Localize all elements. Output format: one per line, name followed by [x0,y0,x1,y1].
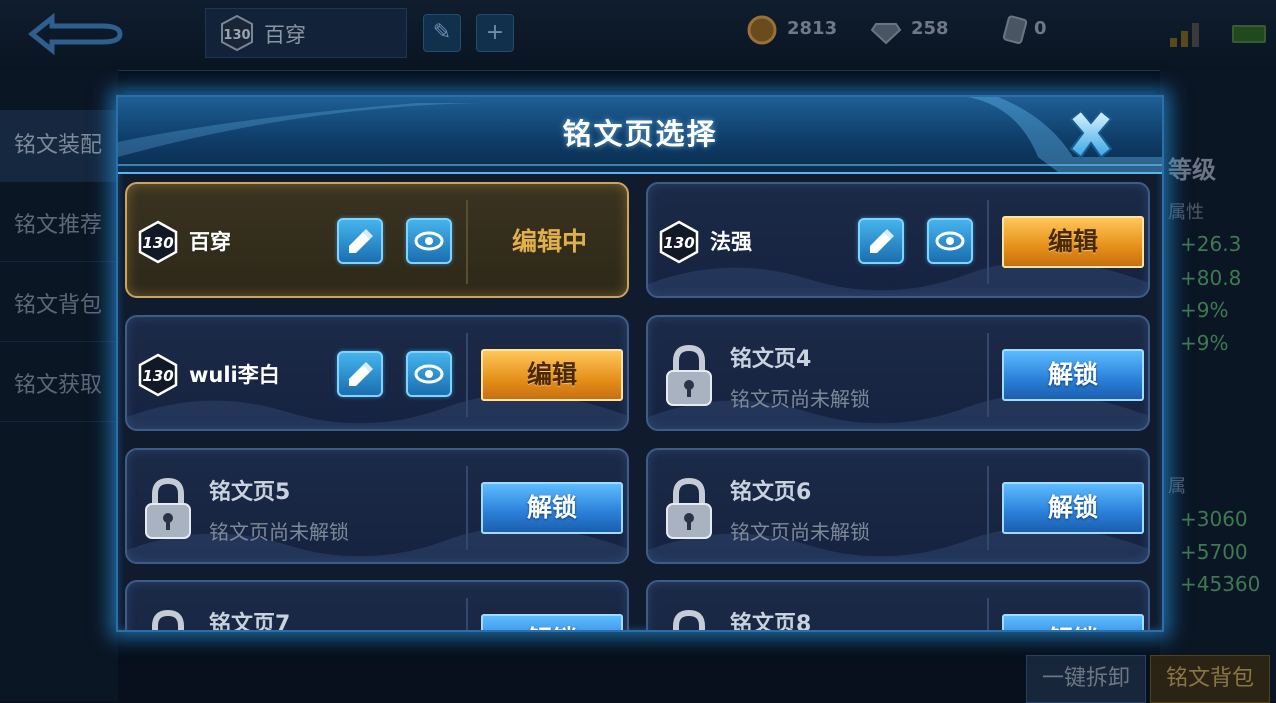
stat-value: +5700 [1180,540,1248,564]
rename-pencil-icon[interactable] [337,351,383,397]
stat-value: +80.8 [1180,266,1242,290]
level-heading: 等级 [1168,156,1216,184]
card-divider [987,333,989,417]
unlock-button[interactable]: 解锁 [1002,482,1144,534]
rune-page-card-5[interactable]: 铭文页5 铭文页尚未解锁 解锁 [125,448,629,564]
lock-icon [152,609,184,630]
level-hex-icon: 130 [221,14,253,52]
stat-value: +9% [1180,331,1229,355]
voucher-count: 0 [1034,18,1047,39]
unlock-button[interactable]: 解锁 [481,482,623,534]
attr-label: 属性 [1168,202,1204,223]
voucher-icon [1002,15,1028,44]
rune-page-select-dialog: 铭文页选择 130 百穿 编辑中 130 法强 编辑 130 wuli李白 编辑… [116,95,1164,632]
svg-text:130: 130 [223,28,250,43]
diamond-count: 258 [911,18,949,39]
left-menu-item-equip[interactable]: 铭文装配 [0,110,118,182]
rename-pencil-icon[interactable] [337,218,383,264]
rune-page-name: 铭文页4 [730,347,812,372]
rune-page-name: wuli李白 [189,363,280,387]
rune-page-card-1[interactable]: 130 百穿 编辑中 [125,182,629,298]
signal-icon [1170,23,1199,47]
edit-button[interactable]: 编辑 [1002,216,1144,268]
dialog-title: 铭文页选择 [562,117,718,151]
rune-page-card-6[interactable]: 铭文页6 铭文页尚未解锁 解锁 [646,448,1150,564]
top-bar: 130 百穿 ✎ + 2813 258 0 [0,0,1276,71]
stat-value: +26.3 [1180,232,1242,256]
back-arrow-icon[interactable] [22,10,132,58]
rune-page-card-4[interactable]: 铭文页4 铭文页尚未解锁 解锁 [646,315,1150,431]
left-menu-item-obtain[interactable]: 铭文获取 [0,350,118,422]
unlock-button[interactable]: 解锁 [1002,614,1144,630]
card-divider [466,598,468,630]
gold-coin-icon [747,15,777,45]
rune-page-name: 铭文页8 [730,612,812,630]
lock-icon [666,477,712,539]
rune-page-card-2[interactable]: 130 法强 编辑 [646,182,1150,298]
rune-page-card-8[interactable]: 铭文页8 解锁 [646,580,1150,630]
rune-bag-button[interactable]: 铭文背包 [1150,655,1270,703]
stat-value: +3060 [1180,507,1248,531]
player-profile[interactable]: 130 百穿 [205,8,407,58]
unlock-button[interactable]: 解锁 [481,614,623,630]
lock-icon [666,344,712,406]
left-menu-item-recommend[interactable]: 铭文推荐 [0,190,118,262]
card-divider [466,333,468,417]
battery-icon [1232,25,1266,43]
stat-value: +9% [1180,298,1229,322]
rune-page-name: 铭文页6 [730,480,812,505]
one-click-unload-button[interactable]: 一键拆卸 [1026,655,1146,703]
left-menu: 铭文装配 铭文推荐 铭文背包 铭文获取 [0,70,118,701]
editing-status: 编辑中 [511,227,587,256]
preview-eye-icon[interactable] [406,351,452,397]
level-hex-icon: 130 [138,220,178,264]
svg-text:130: 130 [663,234,694,252]
card-divider [466,466,468,550]
pencil-icon[interactable]: ✎ [423,14,461,52]
level-hex-icon: 130 [138,353,178,397]
diamond-icon [870,23,902,45]
rename-pencil-icon[interactable] [858,218,904,264]
rune-page-grid: 130 百穿 编辑中 130 法强 编辑 130 wuli李白 编辑 铭文页4 … [118,174,1162,630]
unlock-button[interactable]: 解锁 [1002,349,1144,401]
preview-eye-icon[interactable] [927,218,973,264]
plus-icon[interactable]: + [476,14,514,52]
preview-eye-icon[interactable] [406,218,452,264]
locked-subtitle: 铭文页尚未解锁 [209,520,349,544]
left-menu-item-bag[interactable]: 铭文背包 [0,270,118,342]
rune-page-name: 铭文页7 [209,612,291,630]
rune-page-name: 铭文页5 [209,480,291,505]
svg-text:130: 130 [142,234,173,252]
dialog-header: 铭文页选择 [118,97,1162,174]
rune-page-name: 法强 [710,230,752,254]
locked-subtitle: 铭文页尚未解锁 [730,387,870,411]
locked-subtitle: 铭文页尚未解锁 [730,520,870,544]
lock-icon [145,477,191,539]
right-stats-panel: 等级 属性 +26.3 +80.8 +9% +9% 属 +3060 +5700 … [1160,70,1276,701]
card-divider [987,200,989,284]
card-divider [987,598,989,630]
lock-icon [673,609,705,630]
edit-button[interactable]: 编辑 [481,349,623,401]
stat-value: +45360 [1180,572,1261,596]
close-icon[interactable] [1063,109,1119,161]
rune-page-card-3[interactable]: 130 wuli李白 编辑 [125,315,629,431]
player-name: 百穿 [264,23,306,47]
svg-text:130: 130 [142,367,173,385]
card-divider [987,466,989,550]
gold-count: 2813 [787,18,838,39]
rune-page-card-7[interactable]: 铭文页7 解锁 [125,580,629,630]
level-hex-icon: 130 [659,220,699,264]
attr-label-2: 属 [1168,476,1186,497]
rune-page-name: 百穿 [189,230,231,254]
